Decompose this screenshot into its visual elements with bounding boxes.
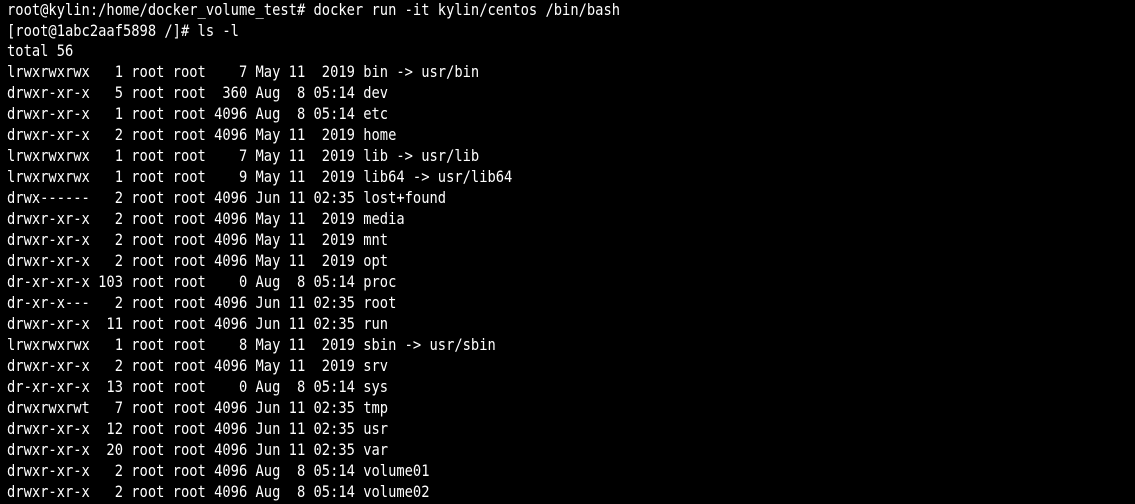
output-line-usr: drwxr-xr-x 12 root root 4096 Jun 11 02:3… bbox=[7, 419, 389, 438]
output-line-dev: drwxr-xr-x 5 root root 360 Aug 8 05:14 d… bbox=[7, 83, 389, 102]
terminal-window[interactable]: root@kylin:/home/docker_volume_test# doc… bbox=[0, 0, 1135, 504]
output-line-proc: dr-xr-xr-x 103 root root 0 Aug 8 05:14 p… bbox=[7, 272, 397, 291]
output-line-volume01: drwxr-xr-x 2 root root 4096 Aug 8 05:14 … bbox=[7, 461, 430, 480]
output-line-volume02: drwxr-xr-x 2 root root 4096 Aug 8 05:14 … bbox=[7, 482, 430, 501]
output-line-srv: drwxr-xr-x 2 root root 4096 May 11 2019 … bbox=[7, 356, 389, 375]
output-line-home: drwxr-xr-x 2 root root 4096 May 11 2019 … bbox=[7, 125, 397, 144]
output-line-bin: lrwxrwxrwx 1 root root 7 May 11 2019 bin… bbox=[7, 62, 480, 81]
output-line-root: dr-xr-x--- 2 root root 4096 Jun 11 02:35… bbox=[7, 293, 397, 312]
output-line-etc: drwxr-xr-x 1 root root 4096 Aug 8 05:14 … bbox=[7, 104, 389, 123]
output-line-opt: drwxr-xr-x 2 root root 4096 May 11 2019 … bbox=[7, 251, 389, 270]
output-line-lost-found: drwx------ 2 root root 4096 Jun 11 02:35… bbox=[7, 188, 447, 207]
output-line-run: drwxr-xr-x 11 root root 4096 Jun 11 02:3… bbox=[7, 314, 389, 333]
command-line-docker-run: root@kylin:/home/docker_volume_test# doc… bbox=[7, 0, 621, 19]
output-total: total 56 bbox=[7, 41, 74, 60]
output-line-lib: lrwxrwxrwx 1 root root 7 May 11 2019 lib… bbox=[7, 146, 480, 165]
output-line-media: drwxr-xr-x 2 root root 4096 May 11 2019 … bbox=[7, 209, 405, 228]
output-line-lib64: lrwxrwxrwx 1 root root 9 May 11 2019 lib… bbox=[7, 167, 513, 186]
output-line-sbin: lrwxrwxrwx 1 root root 8 May 11 2019 sbi… bbox=[7, 335, 496, 354]
output-line-var: drwxr-xr-x 20 root root 4096 Jun 11 02:3… bbox=[7, 440, 389, 459]
command-line-ls: [root@1abc2aaf5898 /]# ls -l bbox=[7, 21, 239, 40]
output-line-sys: dr-xr-xr-x 13 root root 0 Aug 8 05:14 sy… bbox=[7, 377, 389, 396]
output-line-mnt: drwxr-xr-x 2 root root 4096 May 11 2019 … bbox=[7, 230, 389, 249]
output-line-tmp: drwxrwxrwt 7 root root 4096 Jun 11 02:35… bbox=[7, 398, 389, 417]
